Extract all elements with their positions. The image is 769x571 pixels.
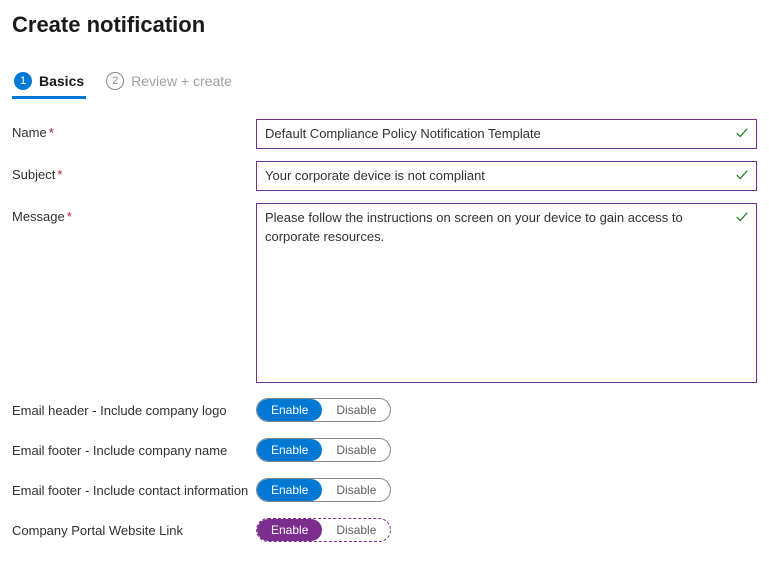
input-wrap bbox=[256, 119, 757, 149]
toggle-row-footer-name: Email footer - Include company name Enab… bbox=[12, 438, 757, 462]
label-text: Message bbox=[12, 209, 65, 224]
toggle-row-footer-contact: Email footer - Include contact informati… bbox=[12, 478, 757, 502]
field-row-name: Name* bbox=[12, 119, 757, 149]
label-text: Name bbox=[12, 125, 47, 140]
toggle-option-disable[interactable]: Disable bbox=[322, 519, 390, 541]
toggle-portal-link[interactable]: Enable Disable bbox=[256, 518, 391, 542]
toggle-option-disable[interactable]: Disable bbox=[322, 479, 390, 501]
required-asterisk: * bbox=[49, 125, 54, 140]
toggle-label: Email header - Include company logo bbox=[12, 403, 256, 418]
toggle-label: Email footer - Include company name bbox=[12, 443, 256, 458]
tab-step-number: 1 bbox=[14, 72, 32, 90]
toggle-row-portal-link: Company Portal Website Link Enable Disab… bbox=[12, 518, 757, 542]
field-row-message: Message* Please follow the instructions … bbox=[12, 203, 757, 386]
required-asterisk: * bbox=[57, 167, 62, 182]
page-title: Create notification bbox=[12, 12, 757, 38]
tab-review-create[interactable]: 2 Review + create bbox=[104, 66, 234, 99]
message-textarea[interactable]: Please follow the instructions on screen… bbox=[256, 203, 757, 383]
toggle-header-logo[interactable]: Enable Disable bbox=[256, 398, 391, 422]
tab-label: Review + create bbox=[131, 73, 232, 89]
toggle-label: Company Portal Website Link bbox=[12, 523, 256, 538]
tab-label: Basics bbox=[39, 73, 84, 89]
tab-basics[interactable]: 1 Basics bbox=[12, 66, 86, 99]
toggle-label: Email footer - Include contact informati… bbox=[12, 483, 256, 498]
name-input[interactable] bbox=[256, 119, 757, 149]
toggle-option-disable[interactable]: Disable bbox=[322, 399, 390, 421]
label-name: Name* bbox=[12, 119, 256, 140]
toggle-footer-contact[interactable]: Enable Disable bbox=[256, 478, 391, 502]
label-subject: Subject* bbox=[12, 161, 256, 182]
wizard-tabs: 1 Basics 2 Review + create bbox=[12, 66, 757, 99]
label-message: Message* bbox=[12, 203, 256, 224]
tab-step-number: 2 bbox=[106, 72, 124, 90]
toggle-option-enable[interactable]: Enable bbox=[257, 479, 322, 501]
field-row-subject: Subject* bbox=[12, 161, 757, 191]
input-wrap: Please follow the instructions on screen… bbox=[256, 203, 757, 386]
toggle-option-enable[interactable]: Enable bbox=[257, 519, 322, 541]
toggle-option-enable[interactable]: Enable bbox=[257, 439, 322, 461]
label-text: Subject bbox=[12, 167, 55, 182]
required-asterisk: * bbox=[67, 209, 72, 224]
toggle-footer-name[interactable]: Enable Disable bbox=[256, 438, 391, 462]
subject-input[interactable] bbox=[256, 161, 757, 191]
toggle-row-header-logo: Email header - Include company logo Enab… bbox=[12, 398, 757, 422]
input-wrap bbox=[256, 161, 757, 191]
toggle-option-disable[interactable]: Disable bbox=[322, 439, 390, 461]
toggle-option-enable[interactable]: Enable bbox=[257, 399, 322, 421]
